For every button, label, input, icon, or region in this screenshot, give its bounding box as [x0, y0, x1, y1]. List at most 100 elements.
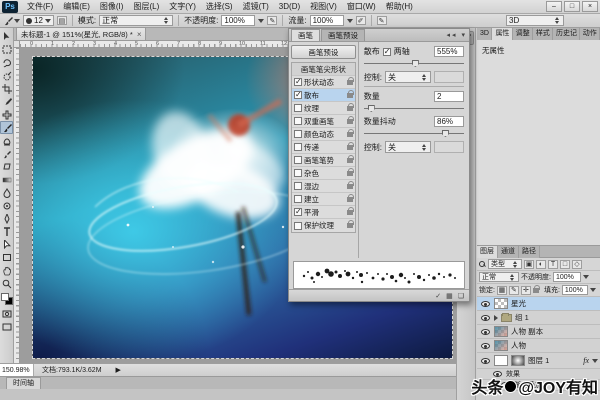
- visibility-eye-icon[interactable]: [481, 329, 490, 335]
- checkbox[interactable]: [294, 91, 302, 99]
- lock-transparency-icon[interactable]: ▦: [497, 286, 507, 295]
- menu-window[interactable]: 窗口(W): [342, 0, 381, 13]
- status-options-arrow[interactable]: ▶: [116, 366, 121, 374]
- new-brush-icon[interactable]: ❏: [458, 292, 464, 300]
- both-axes-checkbox[interactable]: [383, 48, 391, 56]
- fx-collapse-arrow[interactable]: [592, 359, 598, 363]
- menu-edit[interactable]: 编辑(E): [58, 0, 95, 13]
- brush-option-row[interactable]: 双重画笔: [292, 115, 355, 128]
- visibility-eye-icon[interactable]: [481, 343, 490, 349]
- checkbox[interactable]: [294, 130, 302, 138]
- filter-smart-icon[interactable]: ◇: [572, 260, 582, 269]
- menu-select[interactable]: 选择(S): [201, 0, 238, 13]
- eyedropper-tool[interactable]: [0, 95, 13, 108]
- count-input[interactable]: 2: [434, 91, 464, 102]
- checkbox[interactable]: [294, 222, 302, 230]
- menu-filter[interactable]: 滤镜(T): [238, 0, 274, 13]
- hand-tool[interactable]: [0, 264, 13, 277]
- layer-thumbnail[interactable]: [494, 298, 508, 309]
- layer-thumbnail[interactable]: [494, 326, 508, 337]
- type-tool[interactable]: [0, 225, 13, 238]
- tab-paths[interactable]: 路径: [519, 246, 540, 258]
- brush-tool-icon[interactable]: [3, 16, 20, 26]
- filter-type-icon[interactable]: T: [548, 260, 558, 269]
- marquee-tool[interactable]: [0, 43, 13, 56]
- screen-mode-button[interactable]: [0, 320, 13, 333]
- texture-protect-icon[interactable]: ▦: [446, 292, 453, 300]
- tab-brush[interactable]: 画笔: [291, 29, 320, 41]
- menu-image[interactable]: 图像(I): [95, 0, 129, 13]
- checkbox[interactable]: [294, 182, 302, 190]
- tab-adjustments[interactable]: 调整: [513, 28, 533, 40]
- brush-option-row[interactable]: 平滑: [292, 206, 355, 219]
- tab-layers[interactable]: 图层: [477, 246, 498, 258]
- lock-all-icon[interactable]: [533, 288, 539, 293]
- brush-option-row[interactable]: 传递: [292, 141, 355, 154]
- fill-dropdown-arrow[interactable]: [590, 288, 596, 292]
- brush-option-row[interactable]: 颜色动态: [292, 128, 355, 141]
- brush-presets-button[interactable]: 画笔预设: [291, 45, 356, 59]
- filter-shape-icon[interactable]: □: [560, 260, 570, 269]
- close-button[interactable]: ×: [582, 1, 598, 12]
- filter-pixel-icon[interactable]: ▣: [524, 260, 534, 269]
- brush-option-row[interactable]: 纹理: [292, 102, 355, 115]
- menu-file[interactable]: 文件(F): [22, 0, 58, 13]
- pressure-size-icon[interactable]: ✎: [377, 16, 387, 25]
- layer-thumbnail[interactable]: [494, 340, 508, 351]
- opacity-dropdown-arrow[interactable]: [583, 275, 589, 279]
- path-selection-tool[interactable]: [0, 238, 13, 251]
- pressure-opacity-icon[interactable]: ✎: [267, 16, 277, 25]
- document-close-icon[interactable]: ×: [137, 30, 142, 39]
- pen-tool[interactable]: [0, 212, 13, 225]
- scatter-slider[interactable]: [364, 60, 464, 67]
- fill-input[interactable]: 100%: [562, 285, 588, 295]
- airbrush-icon[interactable]: ✐: [356, 16, 366, 25]
- toggle-brush-panel-icon[interactable]: ▤: [57, 16, 67, 25]
- color-swatches[interactable]: [1, 293, 13, 305]
- filter-type-select[interactable]: 类型: [488, 259, 522, 269]
- move-tool[interactable]: [0, 30, 13, 43]
- layer-row-layer1[interactable]: 图层 1 fx: [477, 353, 600, 369]
- zoom-tool[interactable]: [0, 277, 13, 290]
- checkbox[interactable]: [294, 104, 302, 112]
- control2-select[interactable]: 关: [385, 141, 431, 153]
- lock-position-icon[interactable]: ✛: [521, 286, 531, 295]
- opacity-dropdown-arrow[interactable]: [258, 19, 264, 23]
- history-brush-tool[interactable]: [0, 147, 13, 160]
- filter-adjustment-icon[interactable]: ◐: [536, 260, 546, 269]
- layer-row-person[interactable]: 人物: [477, 339, 600, 353]
- count-jitter-input[interactable]: 86%: [434, 116, 464, 127]
- brush-option-row[interactable]: 保护纹理: [292, 219, 355, 232]
- flow-dropdown-arrow[interactable]: [347, 19, 353, 23]
- maximize-button[interactable]: □: [564, 1, 580, 12]
- layer-row-starlight[interactable]: 星光: [477, 297, 600, 311]
- checkbox[interactable]: [294, 195, 302, 203]
- count-jitter-slider[interactable]: [364, 130, 464, 137]
- blur-tool[interactable]: [0, 186, 13, 199]
- layer-opacity-input[interactable]: 100%: [553, 272, 581, 282]
- layer-thumbnail[interactable]: [494, 355, 508, 366]
- tab-actions[interactable]: 动作: [580, 28, 600, 40]
- gradient-tool[interactable]: [0, 173, 13, 186]
- brush-option-row[interactable]: 建立: [292, 193, 355, 206]
- panel-collapse-icon[interactable]: ◂◂ ▾: [447, 31, 468, 39]
- visibility-eye-icon[interactable]: [481, 301, 490, 307]
- brush-tool[interactable]: [0, 121, 13, 134]
- timeline-tab[interactable]: 时间轴: [6, 377, 41, 389]
- visibility-eye-icon[interactable]: [481, 358, 490, 364]
- brush-tip-shape-item[interactable]: 画笔笔尖形状: [292, 63, 355, 76]
- lock-pixels-icon[interactable]: ✎: [509, 286, 519, 295]
- count-slider[interactable]: [364, 105, 464, 112]
- brush-option-row[interactable]: 画笔笔势: [292, 154, 355, 167]
- fx-badge[interactable]: fx: [583, 356, 589, 365]
- preview-toggle-icon[interactable]: ✓: [435, 292, 441, 300]
- document-tab[interactable]: 未标题-1 @ 151%(星光, RGB/8) * ×: [16, 27, 146, 40]
- tab-3d[interactable]: 3D: [477, 28, 492, 40]
- checkbox[interactable]: [294, 117, 302, 125]
- checkbox[interactable]: [294, 143, 302, 151]
- scatter-value-input[interactable]: 555%: [434, 46, 464, 57]
- minimize-button[interactable]: –: [546, 1, 562, 12]
- layer-mask-thumbnail[interactable]: [511, 355, 525, 366]
- brush-option-row[interactable]: 杂色: [292, 167, 355, 180]
- dodge-tool[interactable]: [0, 199, 13, 212]
